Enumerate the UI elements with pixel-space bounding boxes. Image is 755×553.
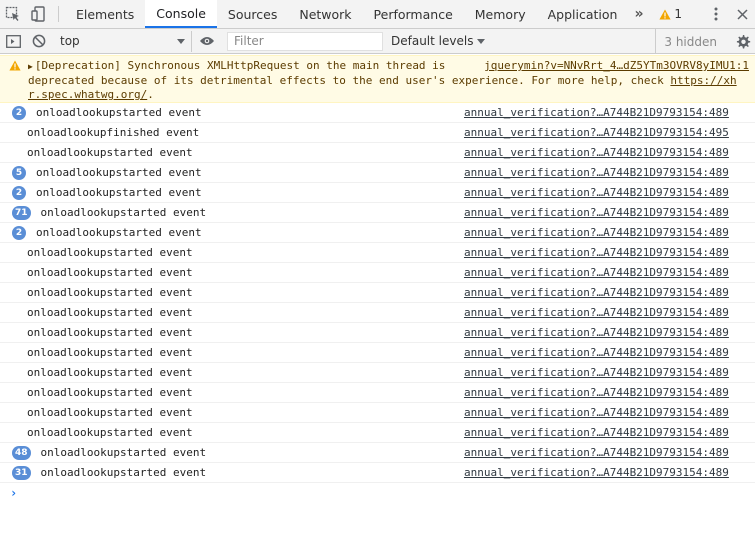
warning-help-link-a[interactable]: https://xh [670, 74, 736, 87]
console-toolbar: top Default levels 3 hidden [0, 29, 755, 54]
console-source-link[interactable]: annual_verification?…A744B21D9793154:489 [464, 346, 729, 359]
console-source-link[interactable]: annual_verification?…A744B21D9793154:489 [464, 326, 729, 339]
log-levels-dropdown[interactable]: Default levels [391, 34, 486, 48]
console-source-link[interactable]: annual_verification?…A744B21D9793154:489 [464, 426, 729, 439]
console-message-row: 5 onloadlookupstarted event annual_verific… [0, 163, 755, 183]
console-source-link[interactable]: annual_verification?…A744B21D9793154:489 [464, 386, 729, 399]
console-source-link[interactable]: annual_verification?…A744B21D9793154:489 [464, 406, 729, 419]
repeat-count-badge: 2 [12, 105, 26, 120]
console-source-link[interactable]: annual_verification?…A744B21D9793154:489 [464, 206, 729, 219]
device-toolbar-icon[interactable] [26, 0, 52, 28]
warning-help-link-b[interactable]: r.spec.whatwg.org/ [28, 88, 147, 101]
live-expression-eye-icon[interactable] [192, 36, 222, 46]
filter-input[interactable] [227, 31, 383, 51]
context-selector[interactable]: top [52, 30, 192, 52]
console-message-row: 31 onloadlookupstarted event annual_verifi… [0, 463, 755, 483]
warning-source-link[interactable]: jquerymin?v=NNvRrt_4…dZ5YTm3OVRV8yIMU1:1 [484, 59, 749, 74]
tab-application[interactable]: Application [537, 0, 629, 28]
warning-count: 1 [674, 7, 682, 21]
tab-console[interactable]: Console [145, 0, 217, 28]
devtools-tabbar: Elements Console Sources Network Performance… [0, 0, 755, 29]
close-icon[interactable] [729, 0, 755, 28]
console-message-row: onloadlookupstarted event annual_verifica… [0, 303, 755, 323]
repeat-count-badge: 2 [12, 185, 26, 200]
repeat-count-badge: 31 [12, 465, 31, 480]
repeat-count-badge: 5 [12, 165, 26, 180]
hidden-count: 3 hidden [655, 29, 725, 54]
console-message-row: onloadlookupstarted event annual_verifica… [0, 383, 755, 403]
console-message-row: 71 onloadlookupstarted event annual_verifi… [0, 203, 755, 223]
console-source-link[interactable]: annual_verification?…A744B21D9793154:489 [464, 226, 729, 239]
warning-text-line1: [Deprecation] Synchronous XMLHttpRequest… [34, 59, 446, 72]
warning-counter[interactable]: 1 [651, 7, 690, 21]
console-source-link[interactable]: annual_verification?…A744B21D9793154:489 [464, 306, 729, 319]
console-message-row: onloadlookupfinished event annual_verific… [0, 123, 755, 143]
tab-sources[interactable]: Sources [217, 0, 288, 28]
console-output: ▶ [Deprecation] Synchronous XMLHttpReques… [0, 55, 755, 553]
log-levels-label: Default levels [391, 34, 474, 48]
console-message-row: 2 onloadlookupstarted event annual_verific… [0, 183, 755, 203]
more-options-icon[interactable] [703, 0, 729, 28]
console-message-row: onloadlookupstarted event annual_verifica… [0, 363, 755, 383]
sidebar-toggle-icon[interactable] [0, 34, 26, 48]
console-source-link[interactable]: annual_verification?…A744B21D9793154:489 [464, 146, 729, 159]
prompt-chevron-icon: › [10, 486, 18, 500]
tab-memory[interactable]: Memory [464, 0, 537, 28]
console-message-row: onloadlookupstarted event annual_verifica… [0, 243, 755, 263]
console-message-row: onloadlookupstarted event annual_verifica… [0, 143, 755, 163]
console-source-link[interactable]: annual_verification?…A744B21D9793154:489 [464, 246, 729, 259]
tab-elements[interactable]: Elements [65, 0, 145, 28]
tab-network[interactable]: Network [288, 0, 362, 28]
warning-text-line2: deprecated because of its detrimental ef… [28, 74, 671, 87]
console-source-link[interactable]: annual_verification?…A744B21D9793154:489 [464, 466, 729, 479]
console-source-link[interactable]: annual_verification?…A744B21D9793154:489 [464, 186, 729, 199]
dropdown-arrow-icon [477, 38, 486, 44]
console-source-link[interactable]: annual_verification?…A744B21D9793154:489 [464, 286, 729, 299]
warning-text-line3: . [147, 88, 154, 101]
gear-icon[interactable] [735, 29, 751, 54]
toolbar-divider [58, 6, 59, 22]
console-message-row: 2 onloadlookupstarted event annual_verific… [0, 103, 755, 123]
console-prompt[interactable]: › [0, 483, 755, 503]
console-message-row: onloadlookupstarted event annual_verifica… [0, 263, 755, 283]
tab-performance[interactable]: Performance [363, 0, 464, 28]
console-message-row: 2 onloadlookupstarted event annual_verific… [0, 223, 755, 243]
console-source-link[interactable]: annual_verification?…A744B21D9793154:489 [464, 366, 729, 379]
repeat-count-badge: 48 [12, 445, 31, 460]
console-message-row: onloadlookupstarted event annual_verifica… [0, 423, 755, 443]
warning-icon [9, 60, 21, 71]
warning-icon [659, 9, 671, 19]
repeat-count-badge: 71 [12, 205, 31, 220]
console-source-link[interactable]: annual_verification?…A744B21D9793154:489 [464, 166, 729, 179]
console-message-row: 48 onloadlookupstarted event annual_verifi… [0, 443, 755, 463]
console-source-link[interactable]: annual_verification?…A744B21D9793154:489 [464, 446, 729, 459]
console-source-link[interactable]: annual_verification?…A744B21D9793154:489 [464, 266, 729, 279]
console-source-link[interactable]: annual_verification?…A744B21D9793154:489 [464, 106, 729, 119]
console-source-link[interactable]: annual_verification?…A744B21D9793154:495 [464, 126, 729, 139]
console-message-row: onloadlookupstarted event annual_verifica… [0, 343, 755, 363]
dropdown-arrow-icon [177, 38, 185, 44]
console-message-row: onloadlookupstarted event annual_verifica… [0, 323, 755, 343]
repeat-count-badge: 2 [12, 225, 26, 240]
context-value: top [60, 34, 80, 48]
console-message-row: onloadlookupstarted event annual_verifica… [0, 283, 755, 303]
expand-arrow-icon[interactable]: ▶ [28, 62, 33, 71]
console-message-row: onloadlookupstarted event annual_verifica… [0, 403, 755, 423]
clear-console-icon[interactable] [26, 34, 52, 48]
inspect-element-icon[interactable] [0, 0, 26, 28]
deprecation-warning: ▶ [Deprecation] Synchronous XMLHttpReques… [0, 55, 755, 103]
